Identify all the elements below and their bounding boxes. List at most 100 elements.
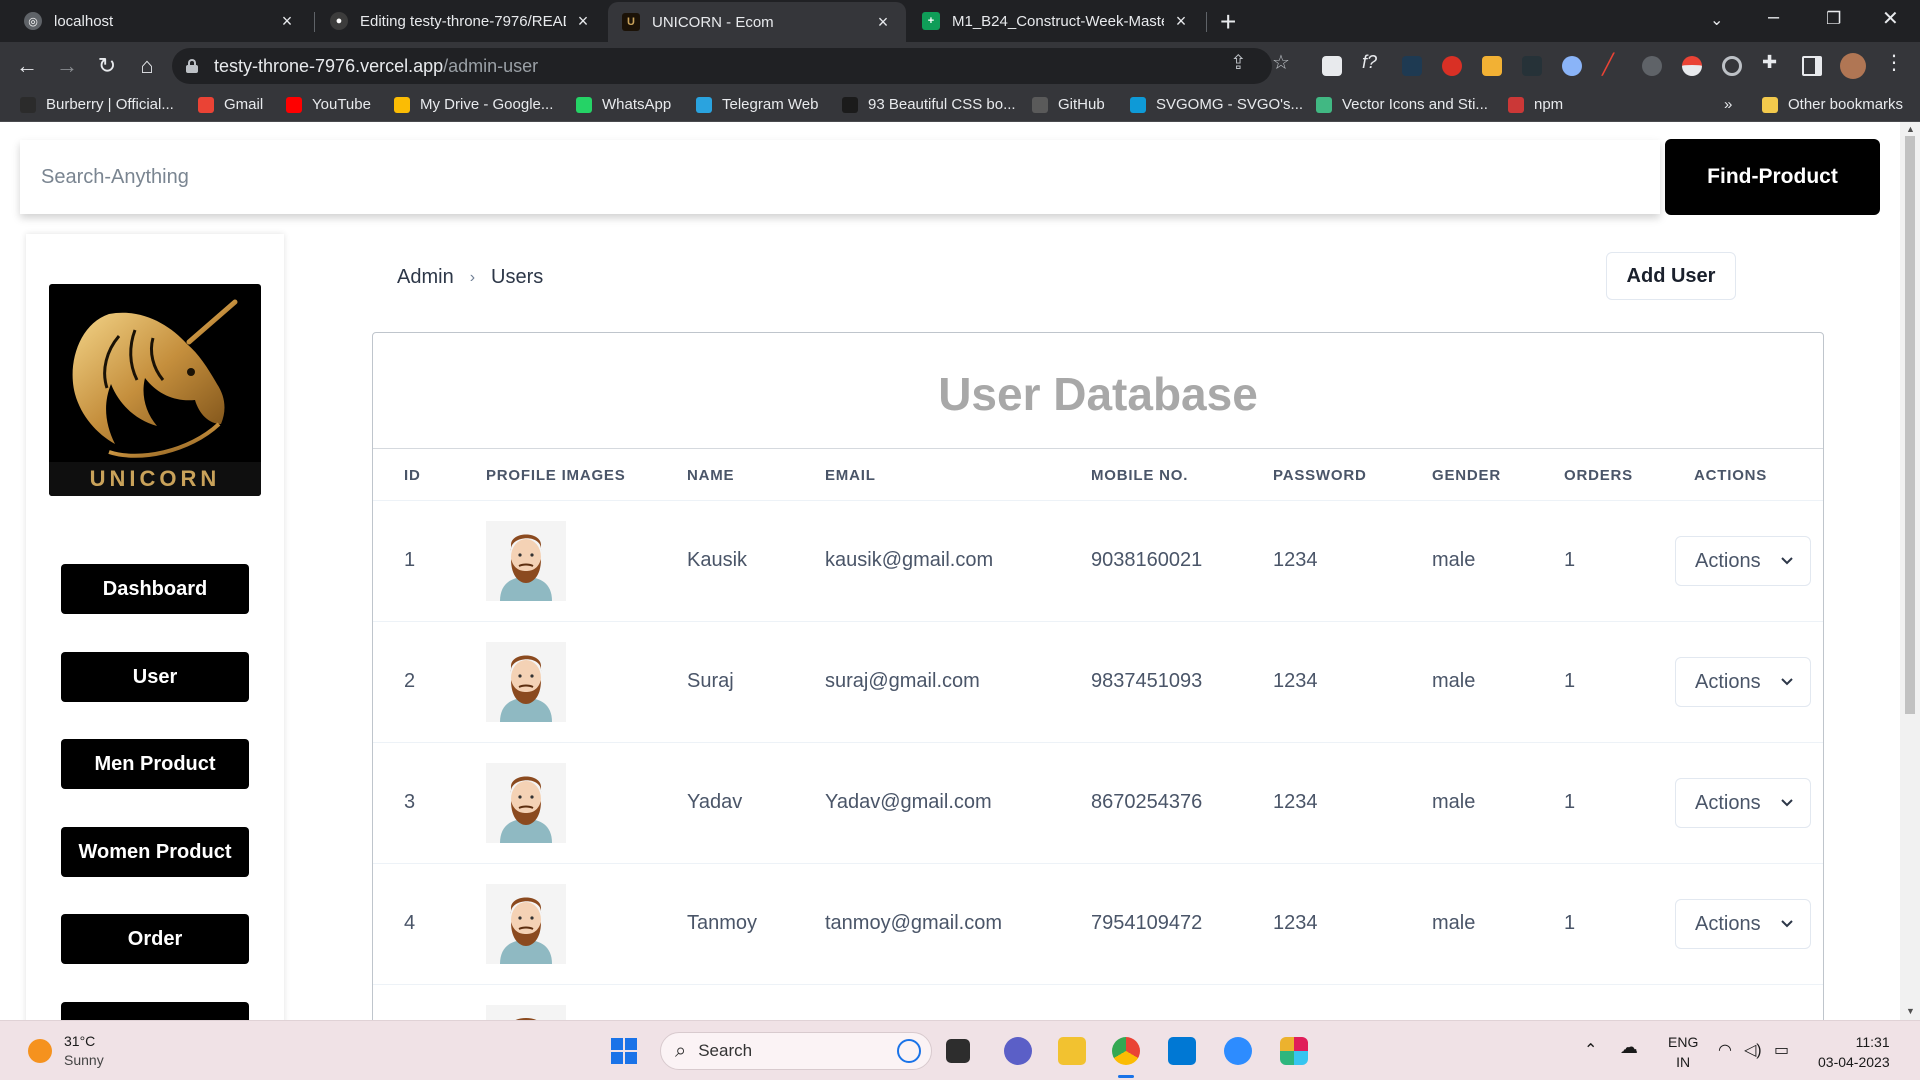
task-view-icon[interactable] [946, 1039, 970, 1063]
weather-temperature[interactable]: 31°C [64, 1033, 95, 1049]
sidebar-item-order[interactable]: Order [61, 914, 249, 964]
sidebar-item-user[interactable]: User [61, 652, 249, 702]
redux-icon[interactable] [1522, 56, 1542, 76]
bookmark-css-buttons[interactable]: 93 Beautiful CSS bo... [842, 96, 1016, 113]
sun-weather-icon[interactable] [28, 1039, 52, 1063]
close-icon[interactable]: × [574, 11, 592, 32]
bookmark-telegram[interactable]: Telegram Web [696, 96, 818, 113]
scroll-up-arrow-icon[interactable]: ▲ [1906, 124, 1915, 134]
bookmark-google-drive[interactable]: My Drive - Google... [394, 96, 553, 113]
zoom-icon[interactable] [1224, 1037, 1252, 1065]
tab-unicorn-ecom[interactable]: U UNICORN - Ecom × [608, 2, 906, 42]
forward-arrow-icon[interactable]: → [52, 51, 82, 81]
back-arrow-icon[interactable]: ← [12, 51, 42, 81]
language-indicator[interactable]: ENG IN [1668, 1032, 1698, 1072]
adblock-icon[interactable] [1442, 56, 1462, 76]
actions-dropdown-button[interactable]: Actions [1675, 657, 1811, 707]
page-scrollbar[interactable]: ▲ ▼ [1900, 122, 1920, 1020]
add-user-button[interactable]: Add User [1606, 252, 1736, 300]
kebab-menu-icon[interactable]: ⋮ [1884, 50, 1904, 74]
target-icon[interactable] [1722, 56, 1742, 76]
close-icon[interactable]: × [874, 12, 892, 33]
tab-localhost[interactable]: ◎ localhost × [10, 0, 310, 42]
bookmark-vector-icons[interactable]: Vector Icons and Sti... [1316, 96, 1488, 113]
actions-dropdown-button[interactable]: Actions [1675, 778, 1811, 828]
column-header-name: NAME [687, 467, 735, 484]
sidebar-item-partial[interactable] [61, 1002, 249, 1020]
address-bar[interactable]: testy-throne-7976.vercel.app/admin-user [172, 48, 1272, 84]
taskbar-search[interactable]: ⌕ Search [660, 1032, 932, 1070]
bookmarks-overflow-chevron-icon[interactable]: » [1724, 96, 1732, 113]
slack-icon[interactable] [1280, 1037, 1308, 1065]
scroll-down-arrow-icon[interactable]: ▼ [1906, 1006, 1915, 1016]
home-icon[interactable]: ⌂ [132, 51, 162, 81]
pokeball-icon[interactable] [1682, 56, 1702, 76]
profile-avatar-image [486, 521, 566, 601]
column-header-email: EMAIL [825, 467, 876, 484]
close-icon[interactable]: × [1172, 11, 1190, 32]
clock-time: 11:31 [1855, 1034, 1890, 1050]
find-product-button[interactable]: Find-Product [1665, 139, 1880, 215]
lighthouse-icon[interactable] [1562, 56, 1582, 76]
onedrive-cloud-icon[interactable]: ☁ [1620, 1037, 1638, 1058]
table-row: 4 Tanmoy tanmoy@gmail.com 7954109472 1234 mal… [373, 864, 1823, 985]
google-drive-icon [394, 96, 410, 113]
bing-icon[interactable] [897, 1039, 921, 1063]
other-bookmarks[interactable]: Other bookmarks [1762, 96, 1903, 113]
search-input[interactable] [20, 140, 1660, 214]
extension-icon[interactable] [1322, 56, 1342, 76]
sidebar-item-women-product[interactable]: Women Product [61, 827, 249, 877]
file-explorer-icon[interactable] [1058, 1037, 1086, 1065]
minimize-icon[interactable]: – [1768, 6, 1779, 29]
puzzle-extensions-icon[interactable]: ✚ [1762, 52, 1782, 72]
page-title: User Database [373, 333, 1823, 449]
scrollbar-thumb[interactable] [1905, 136, 1915, 714]
pen-icon[interactable]: ╱ [1602, 52, 1622, 76]
share-icon[interactable]: ⇪ [1230, 50, 1247, 75]
volume-icon[interactable]: ◁) [1744, 1040, 1762, 1060]
bookmark-github[interactable]: GitHub [1032, 96, 1105, 113]
sidebar-item-dashboard[interactable]: Dashboard [61, 564, 249, 614]
table-row: 3 Yadav Yadav@gmail.com 8670254376 1234 male 1… [373, 743, 1823, 864]
grammarly-icon[interactable] [1642, 56, 1662, 76]
react-devtools-icon[interactable] [1402, 56, 1422, 76]
teams-chat-icon[interactable] [1004, 1037, 1032, 1065]
actions-label: Actions [1695, 791, 1761, 814]
restore-icon[interactable]: ❐ [1826, 9, 1841, 29]
battery-icon[interactable]: ▭ [1774, 1040, 1789, 1060]
vscode-icon[interactable] [1168, 1037, 1196, 1065]
new-tab-plus-icon[interactable]: + [1220, 6, 1236, 38]
sidebar-item-men-product[interactable]: Men Product [61, 739, 249, 789]
windows-start-icon[interactable] [610, 1037, 638, 1065]
unicorn-head-icon [72, 299, 238, 458]
system-clock[interactable]: 11:31 03-04-2023 [1818, 1032, 1890, 1072]
tab-search-chevron-icon[interactable]: ⌄ [1710, 10, 1723, 30]
bookmark-youtube[interactable]: YouTube [286, 96, 371, 113]
bookmark-star-icon[interactable]: ☆ [1272, 50, 1290, 75]
close-icon[interactable]: × [278, 11, 296, 32]
reload-icon[interactable]: ↻ [92, 51, 122, 81]
font-extension-icon[interactable]: f? [1362, 52, 1382, 72]
bookmark-whatsapp[interactable]: WhatsApp [576, 96, 671, 113]
bookmark-gmail[interactable]: Gmail [198, 96, 263, 113]
actions-dropdown-button[interactable]: Actions [1675, 536, 1811, 586]
side-panel-icon[interactable] [1802, 56, 1822, 76]
bookmark-svgomg[interactable]: SVGOMG - SVGO's... [1130, 96, 1303, 113]
bookmark-burberry[interactable]: Burberry | Official... [20, 96, 174, 113]
bookmark-label: Burberry | Official... [46, 96, 174, 113]
unicorn-logo: UNICORN [49, 284, 261, 496]
window-close-icon[interactable]: ✕ [1882, 6, 1899, 31]
actions-dropdown-button[interactable]: Actions [1675, 899, 1811, 949]
chrome-icon[interactable] [1112, 1037, 1140, 1065]
profile-avatar-icon[interactable] [1840, 53, 1866, 79]
bookmark-npm[interactable]: npm [1508, 96, 1563, 113]
weather-condition[interactable]: Sunny [64, 1052, 104, 1068]
tab-google-sheets[interactable]: + M1_B24_Construct-Week-Master × [908, 0, 1204, 42]
tray-overflow-chevron-icon[interactable]: ⌃ [1584, 1040, 1597, 1060]
wifi-icon[interactable]: ◠ [1718, 1040, 1732, 1060]
tab-github-editing[interactable]: ● Editing testy-throne-7976/READM × [316, 0, 606, 42]
breadcrumb-admin[interactable]: Admin [397, 266, 454, 289]
color-picker-icon[interactable] [1482, 56, 1502, 76]
whatsapp-icon [576, 96, 592, 113]
cell-gender: male [1432, 791, 1476, 813]
